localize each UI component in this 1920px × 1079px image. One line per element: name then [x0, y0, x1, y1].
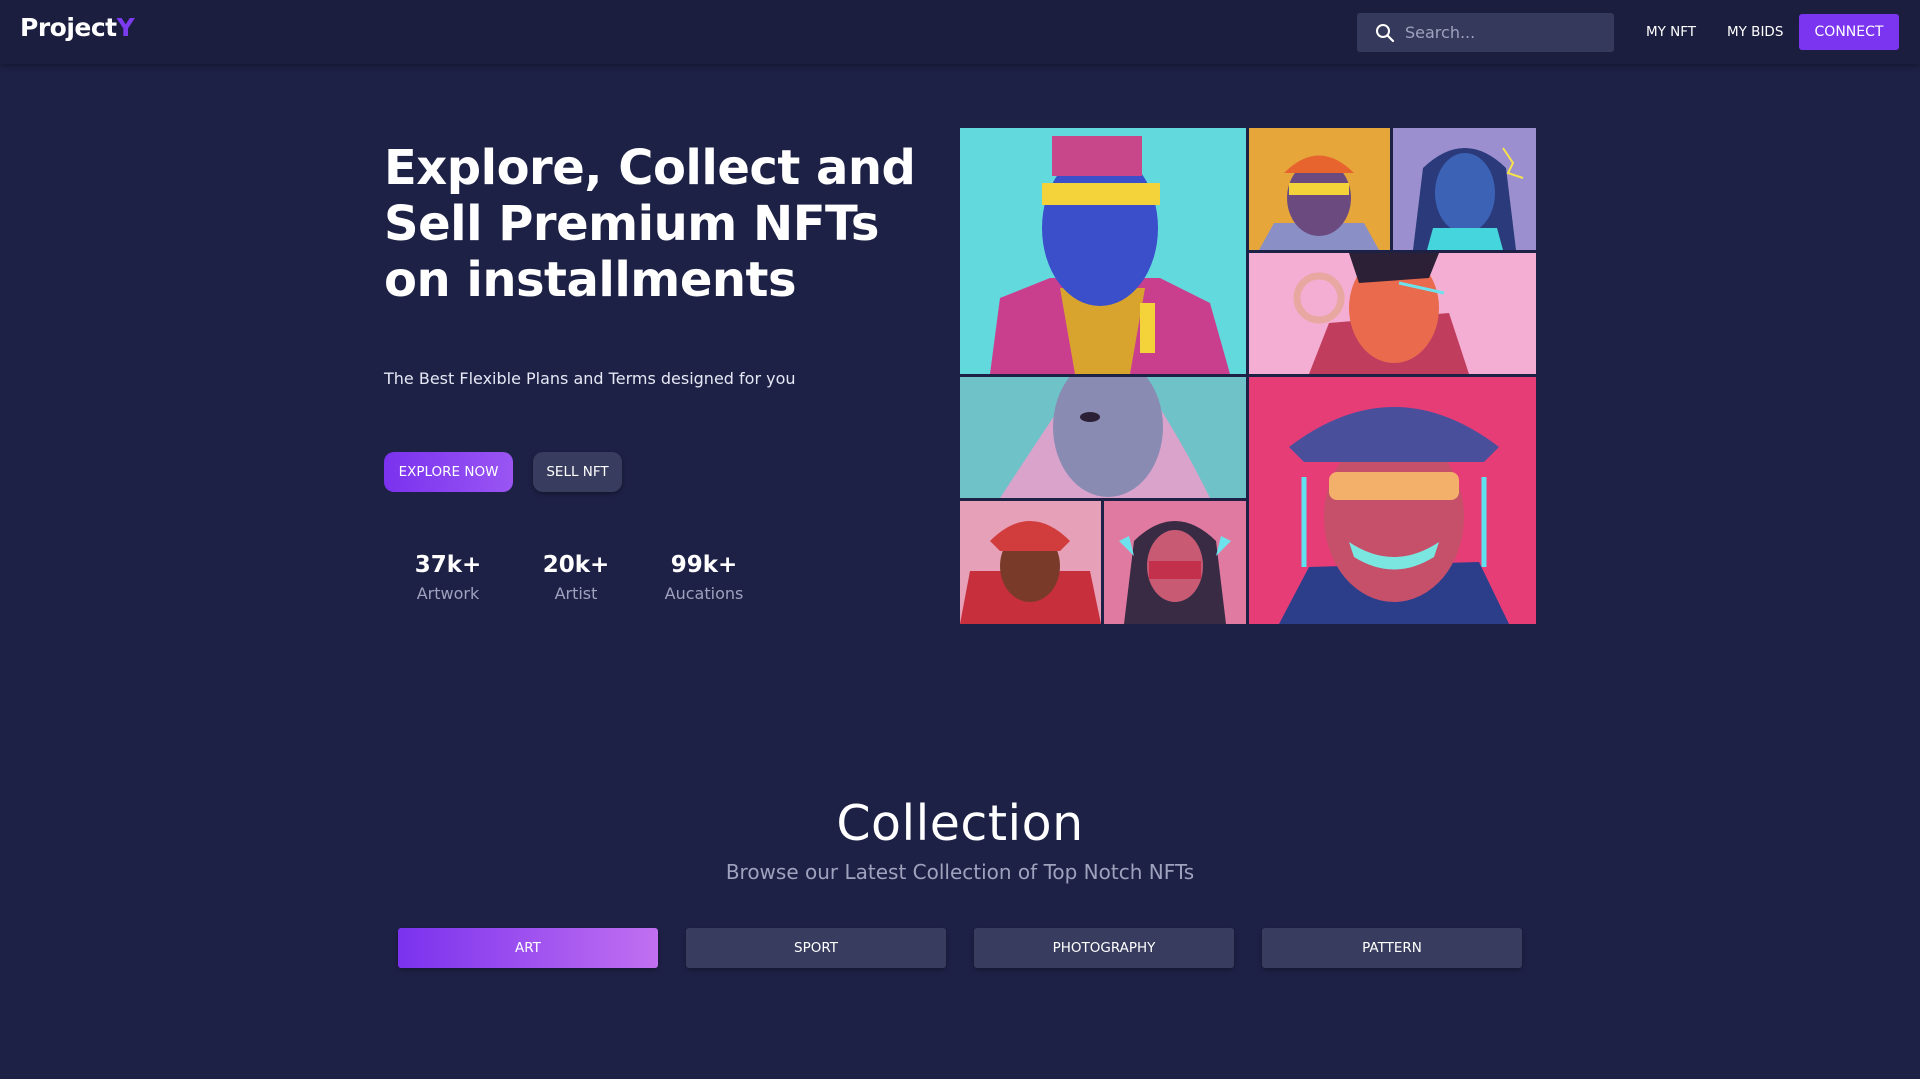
tab-art[interactable]: ART: [398, 928, 658, 968]
collection-subtitle: Browse our Latest Collection of Top Notc…: [725, 860, 1195, 884]
nav-link-my-bids[interactable]: MY BIDS: [1727, 24, 1783, 40]
stat-value: 20k+: [542, 552, 610, 578]
tab-sport[interactable]: SPORT: [686, 928, 946, 968]
nft-image-red-hood[interactable]: [960, 501, 1101, 624]
logo-accent: Y: [116, 13, 135, 42]
stat-value: 37k+: [414, 552, 482, 578]
collection-title: Collection: [836, 795, 1084, 852]
nft-image-visor-portrait[interactable]: [960, 128, 1246, 374]
nav-link-my-nft[interactable]: MY NFT: [1646, 24, 1696, 40]
search-icon: [1376, 24, 1395, 43]
nft-image-bucket-hat[interactable]: [1249, 377, 1536, 624]
stat-artist: 20k+ Artist: [521, 552, 631, 603]
tab-photography[interactable]: PHOTOGRAPHY: [974, 928, 1234, 968]
logo-text: Project: [20, 13, 117, 42]
nft-image-silver-hair[interactable]: [960, 377, 1246, 498]
stat-auctions: 99k+ Aucations: [649, 552, 759, 603]
sell-nft-button[interactable]: SELL NFT: [533, 452, 622, 492]
stat-label: Artist: [554, 584, 598, 603]
stat-label: Aucations: [664, 584, 744, 603]
hero-title: Explore, Collect and Sell Premium NFTs o…: [384, 140, 916, 308]
stat-artwork: 37k+ Artwork: [393, 552, 503, 603]
tab-pattern[interactable]: PATTERN: [1262, 928, 1522, 968]
search-input[interactable]: [1403, 13, 1603, 52]
nft-image-headphones-profile[interactable]: [1249, 253, 1536, 374]
search-box[interactable]: [1357, 13, 1614, 52]
stat-label: Artwork: [416, 584, 480, 603]
nft-image-blue-woman[interactable]: [1393, 128, 1536, 250]
connect-button[interactable]: CONNECT: [1799, 14, 1899, 50]
hero-subtitle: The Best Flexible Plans and Terms design…: [384, 369, 796, 388]
nft-collage: [960, 128, 1536, 624]
stat-value: 99k+: [670, 552, 738, 578]
nft-image-masked-girl[interactable]: [1104, 501, 1246, 624]
explore-now-button[interactable]: EXPLORE NOW: [384, 452, 513, 492]
nft-image-orange-cap[interactable]: [1249, 128, 1390, 250]
navbar: ProjectY MY NFT MY BIDS CONNECT: [0, 0, 1920, 64]
logo[interactable]: ProjectY: [20, 13, 135, 42]
